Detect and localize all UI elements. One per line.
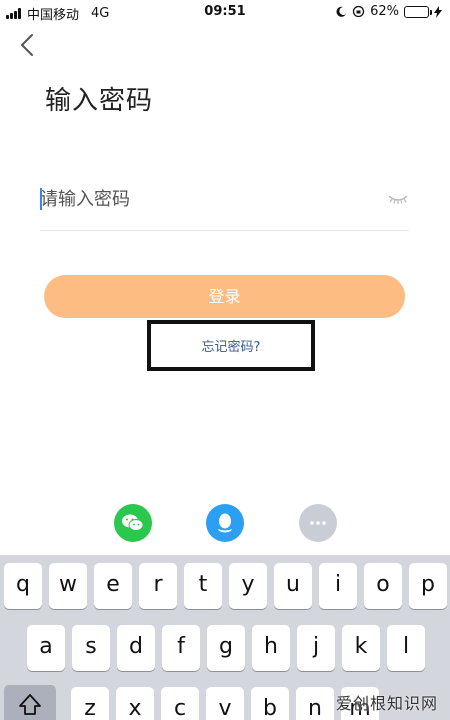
watermark: 爱创根知识网 [335,694,438,713]
key-o[interactable]: o [364,563,402,609]
key-x[interactable]: x [116,687,154,720]
key-s[interactable]: s [72,625,110,671]
battery-icon [404,5,432,18]
key-k[interactable]: k [342,625,380,671]
key-p[interactable]: p [409,563,447,609]
key-f[interactable]: f [162,625,200,671]
charging-icon [434,5,442,18]
highlight-box: 忘记密码? [147,320,315,371]
chevron-left-icon [21,34,33,56]
qq-icon [218,513,232,533]
shift-icon [19,694,41,715]
key-b[interactable]: b [251,687,289,720]
eye-closed-icon[interactable] [387,190,409,206]
key-c[interactable]: c [161,687,199,720]
key-l[interactable]: l [387,625,425,671]
qq-login-button[interactable] [206,504,244,542]
rotation-lock-icon [352,5,365,18]
page-title: 输入密码 [45,86,154,116]
key-v[interactable]: v [206,687,244,720]
more-login-button[interactable] [299,504,337,542]
key-w[interactable]: w [49,563,87,609]
key-g[interactable]: g [207,625,245,671]
key-j[interactable]: j [297,625,335,671]
key-r[interactable]: r [139,563,177,609]
password-field [40,180,409,231]
more-icon [310,521,326,525]
key-i[interactable]: i [319,563,357,609]
key-e[interactable]: e [94,563,132,609]
key-h[interactable]: h [252,625,290,671]
password-input[interactable] [40,180,370,218]
key-z[interactable]: z [71,687,109,720]
key-y[interactable]: y [229,563,267,609]
forgot-password-link[interactable]: 忘记密码? [151,336,311,355]
battery-percent: 62% [370,4,399,19]
wechat-login-button[interactable] [114,504,152,542]
status-right: 62% [335,4,442,19]
wechat-icon [122,514,144,531]
key-d[interactable]: d [117,625,155,671]
shift-key[interactable] [4,685,56,720]
key-u[interactable]: u [274,563,312,609]
key-t[interactable]: t [184,563,222,609]
text-cursor [40,188,42,210]
login-button[interactable]: 登录 [44,275,405,318]
key-q[interactable]: q [4,563,42,609]
key-n[interactable]: n [296,687,334,720]
key-a[interactable]: a [27,625,65,671]
back-button[interactable] [14,30,42,60]
status-bar: 中国移动 4G 09:51 62% [0,0,450,24]
moon-icon [336,6,347,17]
